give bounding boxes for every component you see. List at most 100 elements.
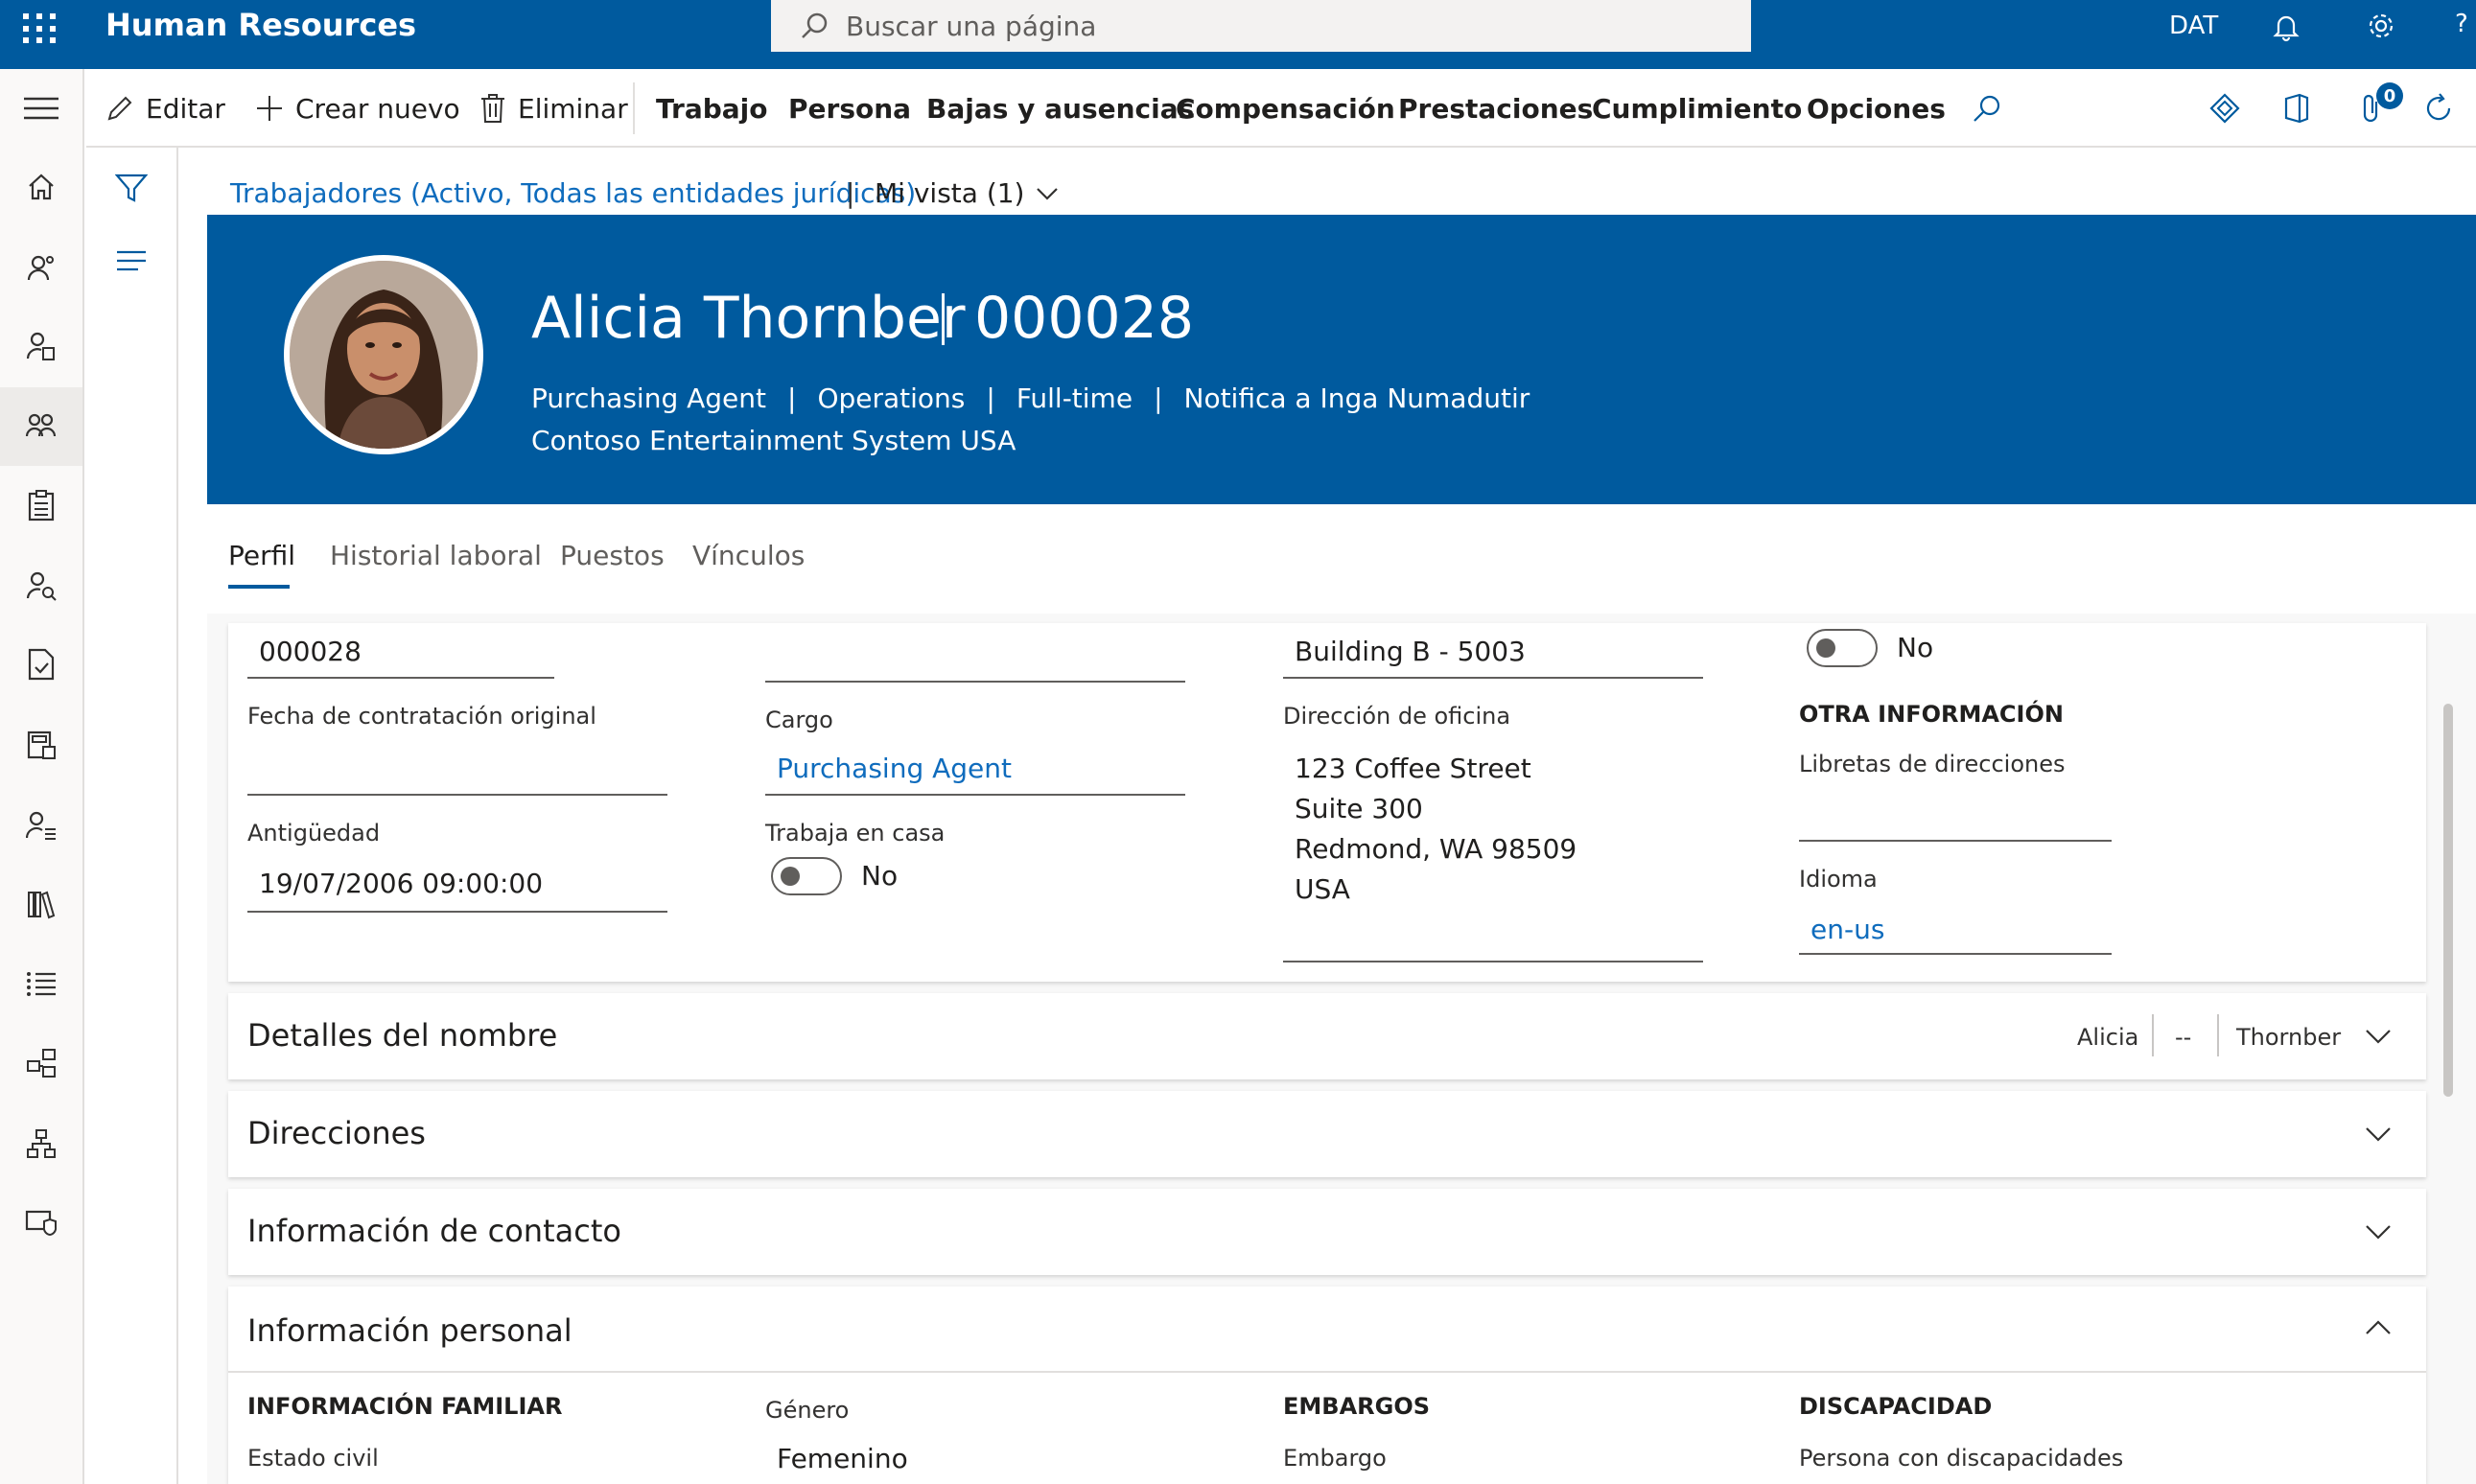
attachment-count-badge: 0 bbox=[2376, 82, 2403, 109]
company-picker[interactable]: DAT bbox=[2169, 12, 2218, 40]
left-navigation bbox=[0, 69, 84, 1484]
fasttab-personal: Información personal INFORMACIÓN FAMILIA… bbox=[228, 1287, 2426, 1484]
clipboard-icon[interactable] bbox=[0, 466, 82, 545]
list-view-icon[interactable] bbox=[115, 249, 148, 276]
search-icon bbox=[802, 12, 828, 38]
summary-first-name: Alicia bbox=[2077, 1024, 2139, 1051]
language-field[interactable]: en-us bbox=[1810, 911, 1884, 949]
home-icon[interactable] bbox=[0, 148, 82, 226]
view-selector[interactable]: Mi vista (1) bbox=[875, 173, 1059, 215]
fasttab-divider bbox=[228, 1371, 2426, 1373]
address-books-label: Libretas de direcciones bbox=[1799, 751, 2066, 777]
disability-header: DISCAPACIDAD bbox=[1799, 1393, 1993, 1420]
family-info-header: INFORMACIÓN FAMILIAR bbox=[247, 1393, 563, 1420]
col4-toggle-value: No bbox=[1897, 632, 1934, 663]
address-line: USA bbox=[1295, 873, 1350, 905]
bell-icon[interactable] bbox=[2271, 12, 2301, 46]
person-search-icon[interactable] bbox=[0, 546, 82, 625]
fasttab-contact[interactable]: Información de contacto bbox=[228, 1189, 2426, 1275]
menu-bajas[interactable]: Bajas y ausencias bbox=[926, 69, 1194, 148]
edit-button[interactable]: Editar bbox=[105, 69, 225, 148]
field-underline bbox=[247, 677, 554, 679]
tab-perfil[interactable]: Perfil bbox=[228, 537, 295, 575]
fasttab-personal-title[interactable]: Información personal bbox=[247, 1310, 572, 1352]
chevron-down-icon[interactable] bbox=[2365, 1223, 2392, 1241]
disability-label: Persona con discapacidades bbox=[1799, 1445, 2124, 1472]
top-bar: Human Resources Buscar una página DAT ? bbox=[0, 0, 2476, 69]
seniority-field[interactable]: 19/07/2006 09:00:00 bbox=[259, 865, 543, 903]
header-divider bbox=[942, 293, 945, 345]
chevron-down-icon[interactable] bbox=[2365, 1028, 2392, 1045]
avatar bbox=[284, 255, 483, 454]
menu-prestaciones[interactable]: Prestaciones bbox=[1398, 69, 1593, 148]
title-field[interactable]: Purchasing Agent bbox=[777, 750, 1012, 788]
tab-historial-laboral[interactable]: Historial laboral bbox=[330, 537, 542, 575]
chevron-down-icon bbox=[1037, 188, 1059, 200]
language-label: Idioma bbox=[1799, 866, 1878, 893]
wfh-toggle[interactable] bbox=[771, 857, 842, 895]
menu-cumplimiento[interactable]: Cumplimiento bbox=[1592, 69, 1802, 148]
tab-puestos[interactable]: Puestos bbox=[560, 537, 665, 575]
fasttab-addresses[interactable]: Direcciones bbox=[228, 1091, 2426, 1177]
summary-middle-name: -- bbox=[2175, 1024, 2192, 1051]
shield-card-icon[interactable] bbox=[0, 1183, 82, 1262]
search-placeholder: Buscar una página bbox=[846, 10, 1097, 42]
gear-icon[interactable] bbox=[2365, 10, 2397, 46]
hamburger-menu-icon[interactable] bbox=[0, 69, 82, 148]
calculator-icon[interactable] bbox=[0, 706, 82, 784]
original-hire-label: Fecha de contratación original bbox=[247, 703, 596, 730]
office-location-field[interactable]: Building B - 5003 bbox=[1295, 633, 1526, 671]
menu-opciones[interactable]: Opciones bbox=[1807, 69, 1946, 148]
col4-toggle[interactable] bbox=[1807, 629, 1878, 667]
field-underline bbox=[247, 911, 667, 913]
person-document-icon[interactable] bbox=[0, 307, 82, 385]
title-label: Cargo bbox=[765, 707, 833, 733]
fasttab-name-details[interactable]: Detalles del nombre Alicia -- Thornber bbox=[228, 993, 2426, 1079]
address-line: Redmond, WA 98509 bbox=[1295, 833, 1577, 865]
worker-company: Contoso Entertainment System USA bbox=[531, 425, 1016, 456]
people-star-icon[interactable] bbox=[0, 228, 82, 307]
wfh-label: Trabaja en casa bbox=[765, 820, 946, 846]
org-chart-icon[interactable] bbox=[0, 1104, 82, 1183]
chevron-up-icon[interactable] bbox=[2365, 1319, 2392, 1336]
personnel-number-field[interactable]: 000028 bbox=[259, 633, 362, 671]
checklist-icon[interactable] bbox=[0, 945, 82, 1024]
menu-persona[interactable]: Persona bbox=[788, 69, 911, 148]
menu-compensacion[interactable]: Compensación bbox=[1176, 69, 1395, 148]
worker-department[interactable]: Operations bbox=[817, 380, 965, 418]
gender-field[interactable]: Femenino bbox=[777, 1440, 908, 1478]
document-check-icon[interactable] bbox=[0, 625, 82, 704]
workers-icon[interactable] bbox=[0, 387, 82, 466]
new-button[interactable]: Crear nuevo bbox=[255, 69, 460, 148]
refresh-icon[interactable] bbox=[2422, 69, 2466, 148]
command-divider bbox=[633, 82, 635, 134]
pencil-icon bbox=[107, 96, 132, 121]
power-apps-icon[interactable] bbox=[2209, 69, 2252, 148]
fasttab-addresses-title: Direcciones bbox=[247, 1115, 426, 1151]
app-title[interactable]: Human Resources bbox=[105, 4, 416, 46]
person-list-icon[interactable] bbox=[0, 786, 82, 865]
library-icon[interactable] bbox=[0, 865, 82, 943]
delete-button[interactable]: Eliminar bbox=[479, 69, 628, 148]
trash-icon bbox=[481, 94, 504, 123]
app-launcher-icon[interactable] bbox=[17, 8, 59, 50]
worker-title[interactable]: Purchasing Agent bbox=[531, 380, 766, 418]
org-task-icon[interactable] bbox=[0, 1024, 82, 1102]
tab-vinculos[interactable]: Vínculos bbox=[692, 537, 805, 575]
field-underline bbox=[1799, 840, 2112, 842]
address-line: Suite 300 bbox=[1295, 793, 1423, 824]
secondary-pane bbox=[84, 148, 178, 1484]
search-box[interactable]: Buscar una página bbox=[771, 0, 1751, 52]
worker-summary-line: Purchasing Agent | Operations | Full-tim… bbox=[531, 380, 1530, 418]
breadcrumb-workers-link[interactable]: Trabajadores (Activo, Todas las entidade… bbox=[230, 173, 916, 215]
garnishment-header: EMBARGOS bbox=[1283, 1393, 1431, 1420]
chevron-down-icon[interactable] bbox=[2365, 1125, 2392, 1143]
office-icon[interactable] bbox=[2282, 69, 2323, 148]
action-search-icon[interactable] bbox=[1972, 69, 2014, 148]
worker-name: Alicia Thornber bbox=[531, 285, 966, 352]
worker-manager[interactable]: Notifica a Inga Numadutir bbox=[1184, 380, 1530, 418]
menu-trabajo[interactable]: Trabajo bbox=[656, 69, 768, 148]
page-scrollbar[interactable] bbox=[2443, 704, 2453, 1097]
help-icon[interactable]: ? bbox=[2455, 10, 2468, 38]
filter-icon[interactable] bbox=[114, 173, 149, 207]
